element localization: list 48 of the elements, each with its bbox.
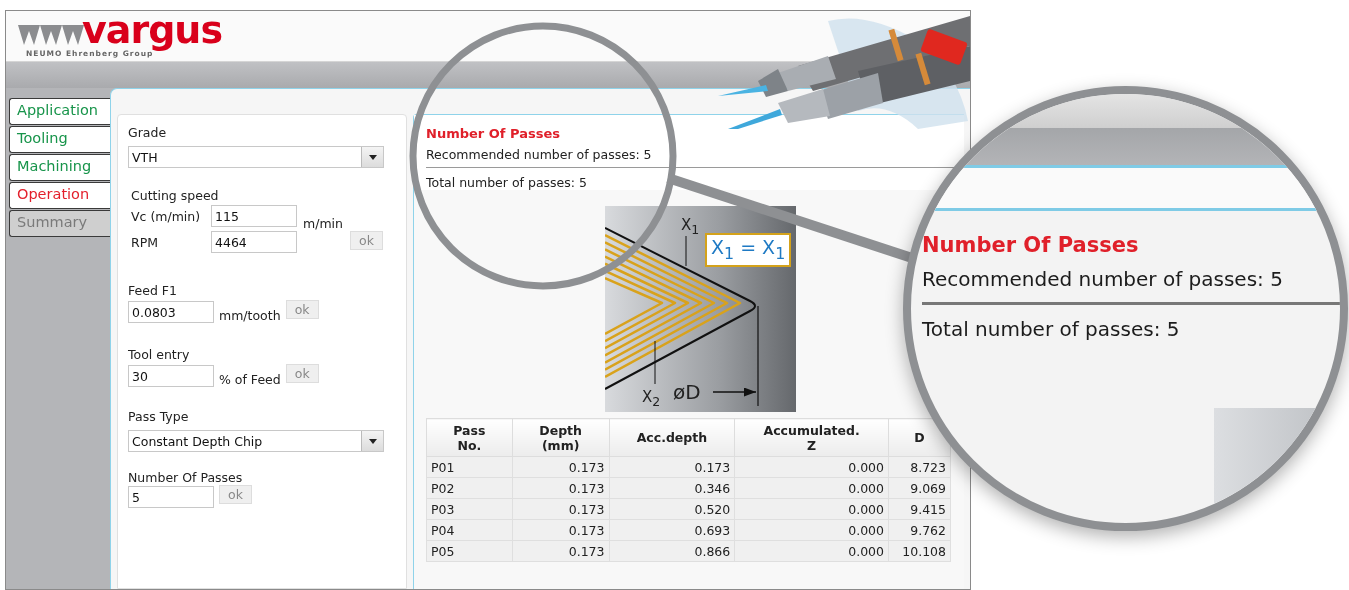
nav-tab[interactable]: Application: [9, 98, 110, 125]
passes-input[interactable]: 5: [128, 486, 214, 508]
nav-tab[interactable]: Tooling: [9, 126, 110, 153]
column-header: Accumulated. Z: [734, 418, 889, 457]
caret-icon: [361, 147, 383, 167]
field-label: Vc (m/min): [131, 208, 202, 224]
total-passes-text: Total number of passes: 5: [426, 175, 588, 190]
table-cell: P05: [426, 540, 513, 562]
column-header: Pass No.: [426, 418, 513, 457]
field-label: Cutting speed: [131, 188, 219, 203]
value-input[interactable]: 0.0803: [128, 301, 214, 323]
field-label: Pass Type: [128, 409, 189, 424]
grade-select[interactable]: VTH: [128, 146, 384, 168]
field-label: Feed F1: [128, 283, 177, 298]
nav-tab[interactable]: Machining: [9, 154, 110, 181]
equation-label: X$_{1}$ = X$_{1}$: [705, 233, 792, 267]
x1-label: X$_{1}$: [681, 218, 700, 237]
unit-label: m/min: [303, 216, 343, 231]
value-input[interactable]: 30: [128, 365, 214, 387]
ok-button[interactable]: ok: [219, 485, 252, 504]
unit-label: % of Feed: [219, 372, 281, 387]
pass-type-select[interactable]: Constant Depth Chip: [128, 430, 384, 452]
section-title: Number Of Passes: [922, 233, 1140, 257]
diameter-label: øD: [673, 382, 701, 402]
field-label: Tool entry: [128, 347, 190, 362]
total-passes-text: Total number of passes: 5: [922, 317, 1181, 341]
nav-tab[interactable]: Operation: [9, 182, 110, 209]
logo-wordmark: vargus: [82, 11, 223, 49]
section-title: Number Of Passes: [426, 126, 561, 141]
field-label: Number Of Passes: [128, 470, 243, 485]
field-label: Grade: [128, 125, 168, 140]
ok-button[interactable]: ok: [285, 364, 319, 383]
ok-button[interactable]: ok: [350, 231, 383, 250]
field-label: RPM: [131, 234, 159, 250]
column-header: Acc.depth: [609, 418, 735, 457]
unit-label: mm/tooth: [219, 308, 281, 323]
table-cell: P01: [426, 456, 513, 478]
table-cell: P02: [426, 477, 513, 499]
ok-button[interactable]: ok: [285, 300, 319, 319]
recommended-passes-text: Recommended number of passes: 5: [426, 147, 653, 162]
table-cell: P03: [426, 498, 513, 520]
speed-input[interactable]: 115: [211, 205, 297, 227]
rpm-input[interactable]: 4464: [211, 231, 297, 253]
caret-icon: [361, 431, 383, 451]
x2-label: X$_{2}$: [642, 390, 661, 409]
column-header: Depth (mm): [512, 418, 609, 457]
recommended-passes-text: Recommended number of passes: 5: [922, 267, 1284, 291]
table-cell: P04: [426, 519, 513, 541]
